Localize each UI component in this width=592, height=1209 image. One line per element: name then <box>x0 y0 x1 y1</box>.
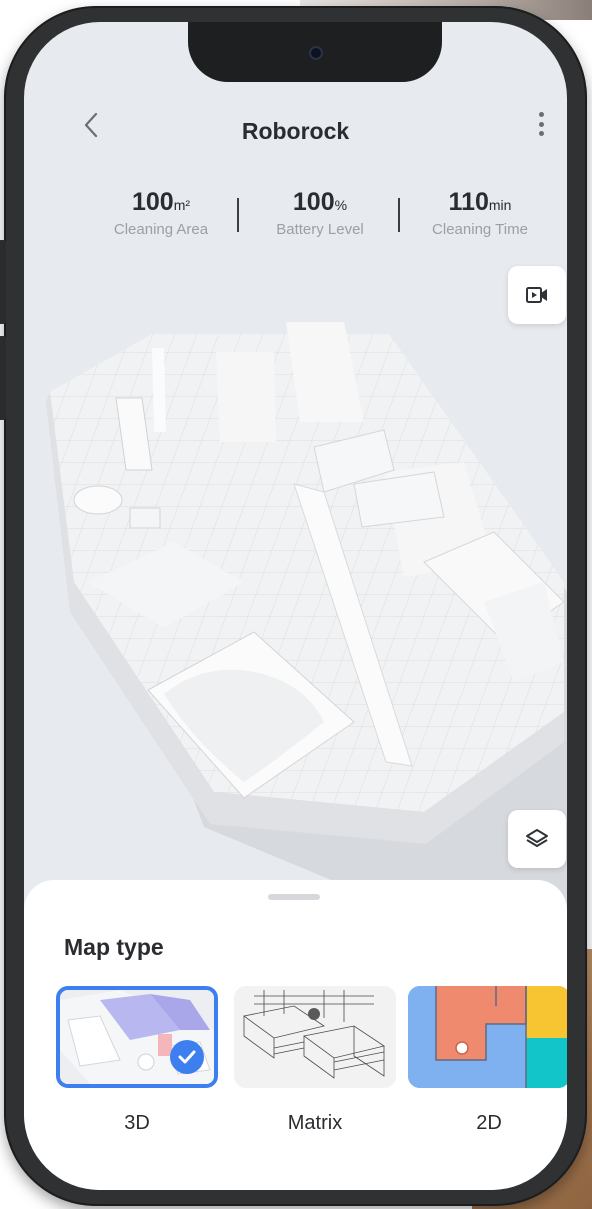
stat-label: Battery Level <box>276 221 364 238</box>
stat-label: Cleaning Area <box>113 221 209 238</box>
map-type-option-2d[interactable]: 2D <box>408 986 567 1135</box>
stats-bar: 100m² Cleaning Area 100% Battery Level 1… <box>24 188 567 258</box>
volume-up-button <box>0 240 6 324</box>
stat-unit: % <box>334 197 348 213</box>
stat-label: Cleaning Time <box>432 221 528 238</box>
stat-divider <box>398 198 400 232</box>
more-vertical-icon <box>538 112 544 117</box>
app-screen: Roborock 100m² Cleaning Area 100% Batter… <box>24 22 567 1190</box>
stat-value: 100 <box>131 188 174 216</box>
selected-check-icon <box>170 1040 204 1074</box>
sheet-title: Map type <box>64 934 164 960</box>
map-type-option-matrix[interactable]: Matrix <box>234 986 396 1135</box>
map-thumbnail-matrix <box>234 986 396 1088</box>
more-menu-button[interactable] <box>532 106 550 142</box>
stat-unit: min <box>488 197 512 213</box>
map-thumbnail-3d <box>56 986 218 1088</box>
option-label: 2D <box>476 1112 502 1134</box>
map-type-sheet: Map type 3D Matrix 2D <box>24 880 567 1190</box>
stat-value: 110 <box>448 188 489 216</box>
video-button[interactable] <box>508 266 566 324</box>
option-label: Matrix <box>287 1112 343 1134</box>
volume-down-button <box>0 336 6 420</box>
option-label: 3D <box>124 1112 150 1134</box>
stat-battery-level: 100% Battery Level <box>245 188 395 238</box>
map-type-option-3d[interactable]: 3D <box>56 986 218 1135</box>
phone-notch <box>188 22 442 82</box>
2d-map-preview <box>408 986 567 1088</box>
stat-cleaning-time: 110min Cleaning Time <box>405 188 555 238</box>
stat-unit: m² <box>173 197 191 213</box>
map-thumbnail-2d <box>408 986 567 1088</box>
page-title: Roborock <box>241 118 350 144</box>
camera-icon <box>309 46 323 60</box>
phone-frame: Roborock 100m² Cleaning Area 100% Batter… <box>0 6 587 1206</box>
stat-cleaning-area: 100m² Cleaning Area <box>86 188 236 238</box>
video-camera-icon <box>526 287 547 303</box>
layers-button[interactable] <box>508 810 566 868</box>
stat-divider <box>237 198 239 232</box>
matrix-map-preview <box>234 986 396 1088</box>
sheet-drag-handle[interactable] <box>268 894 320 900</box>
stat-value: 100 <box>292 188 335 216</box>
layers-icon <box>526 829 548 847</box>
